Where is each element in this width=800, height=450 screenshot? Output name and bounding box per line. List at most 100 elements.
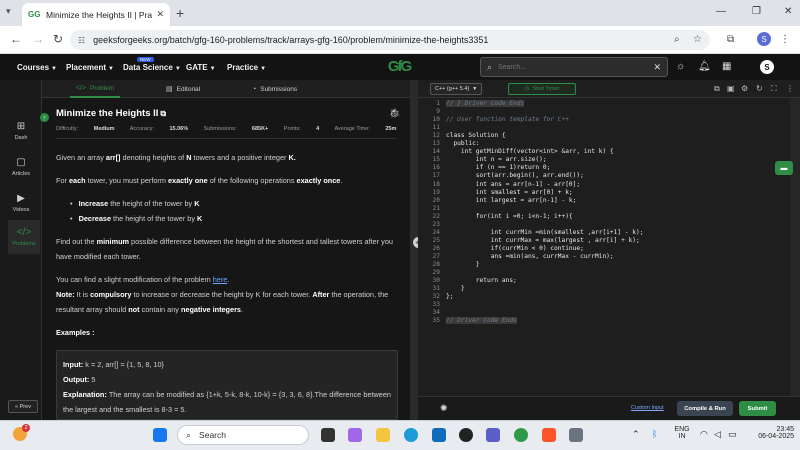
teams-icon[interactable] (486, 428, 500, 442)
site-search-box[interactable]: ⌕ ✕ (480, 57, 668, 77)
code-line[interactable]: int largest = arr[n-1] - k; (446, 197, 577, 204)
new-tab-icon[interactable]: + (176, 5, 184, 21)
bookmark-star-icon[interactable]: ☆ (693, 34, 702, 45)
sidebar-item-problems[interactable]: </> Problems (8, 220, 40, 254)
windows-start-icon[interactable] (153, 428, 167, 442)
nav-courses[interactable]: Courses ▼ (17, 63, 57, 72)
code-line[interactable]: class Solution { (446, 132, 506, 139)
code-line[interactable]: int n = arr.size(); (446, 156, 547, 163)
collapse-sidebar-icon[interactable]: › (40, 113, 49, 122)
chat-icon[interactable]: ▬ (775, 161, 793, 175)
chevron-up-icon[interactable]: ⌃ (632, 429, 640, 440)
code-line[interactable]: } (446, 261, 480, 268)
code-line[interactable]: // } Driver Code Ends (446, 100, 525, 107)
browser-tab-bar: ▾ GG Minimize the Heights II | Practic ✕… (0, 0, 800, 26)
browser-tab[interactable]: GG Minimize the Heights II | Practic ✕ (22, 3, 170, 26)
edge-icon[interactable] (404, 428, 418, 442)
user-avatar[interactable]: S (760, 60, 774, 74)
theme-toggle-icon[interactable]: ☼ (676, 61, 685, 72)
code-line[interactable]: int smallest = arr[0] + k; (446, 189, 573, 196)
pane-splitter[interactable] (410, 80, 418, 420)
task-view-icon[interactable] (321, 428, 335, 442)
nav-data-science[interactable]: Data Science ▼ (123, 63, 181, 72)
clock[interactable]: 23:45 06-04-2025 (744, 426, 794, 440)
settings-gear-icon[interactable] (569, 428, 583, 442)
more-options-icon[interactable]: ⋮ (786, 84, 794, 93)
code-line[interactable]: int ans = arr[n-1] - arr[0]; (446, 181, 580, 188)
editor-scrollbar[interactable] (790, 98, 800, 396)
dell-icon[interactable] (459, 428, 473, 442)
lightbulb-icon[interactable]: ✺ (440, 403, 452, 415)
url-field[interactable]: ☷ geeksforgeeks.org/batch/gfg-160-proble… (70, 30, 710, 50)
copy-icon[interactable]: ⧉ (160, 109, 166, 118)
code-line[interactable]: }; (446, 293, 453, 300)
prev-button[interactable]: « Prev (8, 400, 38, 413)
sidebar-item-videos[interactable]: ▶ Videos (0, 186, 42, 220)
search-clear-icon[interactable]: ✕ (653, 62, 661, 73)
code-line[interactable]: for(int i =0; i<n-1; i++){ (446, 213, 573, 220)
gfg-logo[interactable]: GfG (383, 58, 415, 76)
wifi-icon[interactable]: ◠ (700, 429, 708, 440)
zoom-icon[interactable]: ⌕ (674, 34, 680, 45)
code-line[interactable]: // User function template for C++ (446, 116, 569, 123)
bluetooth-icon[interactable]: ᛒ (652, 429, 657, 439)
brave-icon[interactable] (542, 428, 556, 442)
bug-report-icon[interactable]: 🐞︎ (389, 108, 400, 119)
copy-code-icon[interactable]: ⧉ (714, 84, 720, 94)
taskbar-search[interactable]: ⌕ Search (177, 425, 309, 445)
code-line[interactable]: return ans; (446, 277, 517, 284)
maximize-window-icon[interactable]: ❐ (752, 6, 761, 17)
copilot-icon[interactable] (348, 428, 362, 442)
start-timer-button[interactable]: ◷ Start Timer (508, 83, 576, 95)
compile-run-button[interactable]: Compile & Run (677, 401, 733, 416)
apps-grid-icon[interactable]: ▦ (722, 61, 731, 72)
tab-submissions[interactable]: ◔ Submissions (252, 80, 297, 98)
here-link[interactable]: here (213, 275, 228, 284)
code-area[interactable]: // } Driver Code Ends // User function te… (446, 98, 776, 396)
input-language[interactable]: ENG IN (672, 426, 692, 440)
submit-button[interactable]: Submit (739, 401, 776, 416)
nav-placement[interactable]: Placement ▼ (66, 63, 114, 72)
back-icon[interactable]: ← (10, 32, 22, 46)
tab-search-icon[interactable]: ▾ (6, 6, 18, 18)
tab-close-icon[interactable]: ✕ (156, 9, 164, 20)
chrome-icon[interactable] (514, 428, 528, 442)
close-window-icon[interactable]: ✕ (784, 6, 792, 17)
tab-editorial[interactable]: ▤ Editorial (166, 80, 200, 98)
code-line[interactable]: // Driver Code Ends (446, 317, 517, 325)
language-select[interactable]: C++ (g++ 5.4) ▼ (430, 83, 482, 95)
outlook-icon[interactable] (432, 428, 446, 442)
browser-menu-icon[interactable]: ⋮ (780, 34, 790, 45)
gear-icon[interactable]: ⚙ (741, 84, 748, 93)
code-line[interactable]: sort(arr.begin(), arr.end()); (446, 172, 584, 179)
code-line[interactable]: int getMinDiff(vector<int> &arr, int k) … (446, 148, 614, 155)
notification-bell-icon[interactable]: 🔔︎ (698, 61, 711, 72)
reload-icon[interactable]: ↻ (53, 32, 63, 46)
fullscreen-icon[interactable]: ⛶ (771, 84, 777, 94)
nav-practice[interactable]: Practice ▼ (227, 63, 266, 72)
custom-input-link[interactable]: Custom Input (631, 405, 664, 411)
code-line[interactable]: ans =min(ans, currMax - currMin); (446, 253, 614, 260)
extensions-icon[interactable]: ⧉ (727, 34, 734, 45)
code-line[interactable]: int currMin =min(smallest ,arr[i+1] - k)… (446, 229, 644, 236)
sidebar-item-articles[interactable]: ▢ Articles (0, 150, 42, 184)
editor-settings-icon[interactable]: ▣ (727, 84, 735, 93)
code-line[interactable]: if (n == 1)return 0; (446, 164, 551, 171)
reset-code-icon[interactable]: ↻ (756, 84, 763, 93)
forward-icon[interactable]: → (32, 32, 44, 46)
file-explorer-icon[interactable] (376, 428, 390, 442)
code-editor[interactable]: 1 9 10 11 12 13 14 15 16 17 18 19 20 21 22 23 24 25 26 27 28… (418, 98, 800, 396)
code-line[interactable]: int currMax = max(largest , arr[i] + k); (446, 237, 640, 244)
browser-profile-avatar[interactable]: S (757, 32, 771, 46)
battery-icon[interactable]: ▭ (728, 429, 737, 440)
site-info-icon[interactable]: ☷ (78, 36, 85, 45)
volume-icon[interactable]: ◁ (714, 429, 721, 440)
sidebar-item-dash[interactable]: ⊞ Dash (0, 114, 42, 148)
site-search-input[interactable] (498, 63, 654, 71)
nav-gate[interactable]: GATE ▼ (186, 63, 216, 72)
code-line[interactable]: } (446, 285, 465, 292)
code-line[interactable]: public: (446, 140, 479, 147)
tab-problem[interactable]: </> Problem (70, 80, 120, 98)
code-line[interactable]: if(currMin < 0) continue; (446, 245, 584, 252)
minimize-window-icon[interactable]: — (716, 6, 726, 17)
